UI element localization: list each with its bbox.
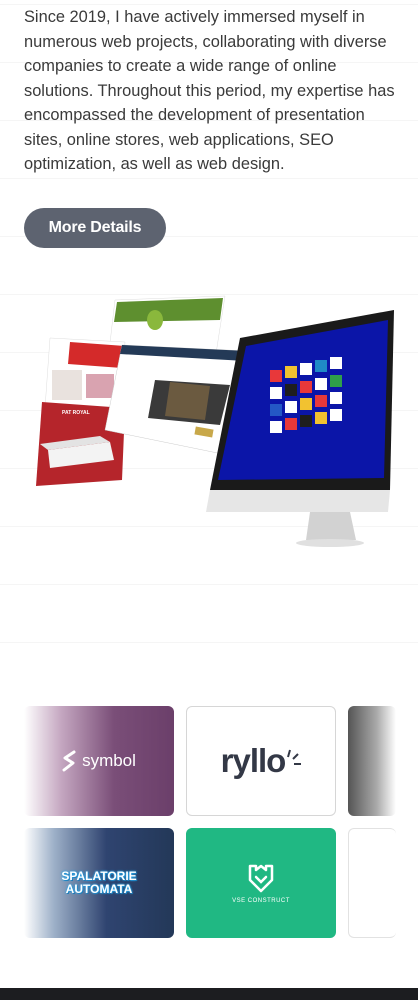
client-card-vse-construct[interactable]: VSE CONSTRUCT <box>186 828 336 938</box>
more-details-button[interactable]: More Details <box>24 208 166 248</box>
client-card-partial[interactable] <box>348 706 396 816</box>
hero-devices-illustration: PAT ROYAL <box>36 295 394 547</box>
footer-bar <box>0 988 418 1000</box>
intro-paragraph: Since 2019, I have actively immersed mys… <box>24 8 395 173</box>
vse-construct-logo: VSE CONSTRUCT <box>232 862 290 904</box>
pat-royal-label: PAT ROYAL <box>62 410 90 416</box>
client-card-spalatorie[interactable]: SPALATORIE AUTOMATA <box>24 828 174 938</box>
symbol-logo: symbol <box>62 749 136 773</box>
spalatorie-logo: SPALATORIE AUTOMATA <box>61 870 136 896</box>
ryllo-label: ryllo <box>220 742 287 779</box>
client-card-partial-2[interactable] <box>348 828 396 938</box>
monitor-mockup <box>206 310 394 547</box>
vse-construct-label: VSE CONSTRUCT <box>232 898 290 904</box>
symbol-s-icon <box>62 750 76 772</box>
client-card-symbol[interactable]: symbol <box>24 706 174 816</box>
client-card-ryllo[interactable]: ryllo <box>186 706 336 816</box>
ryllo-rays-icon <box>287 749 302 765</box>
spalatorie-line2: AUTOMATA <box>65 882 133 896</box>
ryllo-logo: ryllo <box>221 742 302 780</box>
vse-shield-icon <box>248 864 274 893</box>
clients-carousel[interactable]: symbol ryllo SPALATORIE AUTOMATA VSE CON… <box>0 700 418 945</box>
symbol-label: symbol <box>82 751 136 770</box>
